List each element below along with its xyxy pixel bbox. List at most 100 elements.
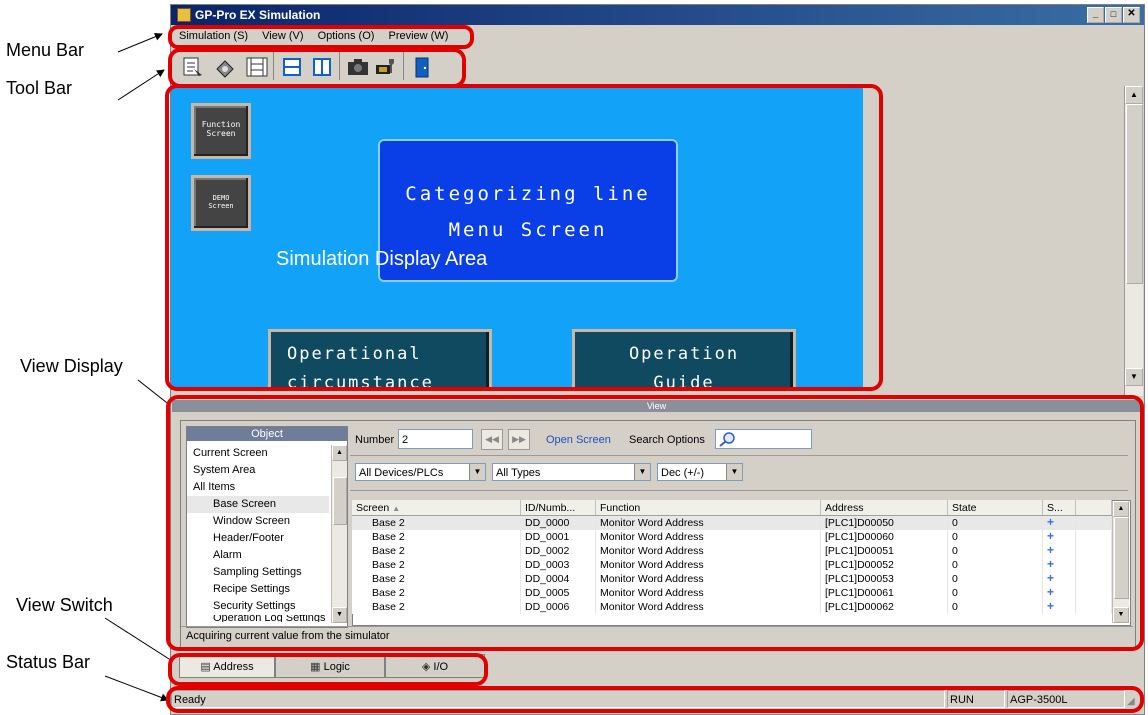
camera-icon[interactable] (345, 54, 371, 80)
object-tree[interactable]: Object Current Screen System Area All It… (186, 426, 348, 628)
tree-item-alarm[interactable]: Alarm (187, 547, 329, 564)
logic-icon[interactable] (244, 54, 270, 80)
plus-icon[interactable]: + (1042, 586, 1076, 600)
tab-io-label: I/O (433, 661, 449, 673)
table-cell: [PLC1]D00052 (820, 558, 948, 572)
chevron-down-icon[interactable]: ▼ (469, 464, 485, 480)
tab-address[interactable]: ▤ Address (179, 654, 275, 678)
grid-scroll-thumb[interactable] (1114, 517, 1129, 599)
table-cell: [PLC1]D00051 (820, 544, 948, 558)
table-cell: [PLC1]D00060 (820, 530, 948, 544)
tree-item-security-settings[interactable]: Security Settings (187, 598, 329, 615)
status-bar: Ready RUN AGP-3500L ◢ (171, 690, 1144, 709)
table-row[interactable]: Base 2 DD_0004 Monitor Word Address [PLC1]D… (352, 572, 1112, 586)
grid-scroll-down-icon[interactable]: ▼ (1113, 607, 1129, 623)
status-mode: RUN (947, 690, 1005, 708)
simulation-display-area[interactable]: Function Screen DEMO Screen Categorizing… (171, 86, 863, 390)
search-icon[interactable] (718, 431, 736, 454)
demo-screen-label-2: Screen (208, 202, 234, 210)
table-row[interactable]: Base 2 DD_0005 Monitor Word Address [PLC1]D… (352, 586, 1112, 600)
table-row[interactable]: Base 2 DD_0003 Monitor Word Address [PLC1]D… (352, 558, 1112, 572)
table-cell: DD_0000 (520, 515, 596, 530)
table-row[interactable]: Base 2 DD_0002 Monitor Word Address [PLC1]D… (352, 544, 1112, 558)
tree-item-base-screen[interactable]: Base Screen (187, 496, 329, 513)
tab-io[interactable]: ◈ I/O (385, 654, 485, 678)
status-ready: Ready (171, 690, 945, 708)
tree-item-all-items[interactable]: All Items (187, 479, 329, 496)
table-cell: 0 (947, 586, 1043, 600)
tree-scroll-down-icon[interactable]: ▼ (332, 607, 347, 623)
scroll-thumb[interactable] (1126, 104, 1143, 284)
table-row[interactable]: Base 2 DD_0000 Monitor Word Address [PLC1]D… (352, 515, 1112, 530)
plus-icon[interactable]: + (1042, 600, 1076, 614)
next-screen-icon[interactable]: ▶▶ (508, 429, 530, 450)
tree-scroll-up-icon[interactable]: ▲ (332, 445, 347, 461)
address-icon[interactable] (180, 54, 206, 80)
resize-grip-icon[interactable]: ◢ (1127, 692, 1141, 707)
type-filter-select[interactable]: All Types ▼ (492, 463, 651, 481)
arrow-view-switch (104, 617, 181, 667)
tree-item-recipe-settings[interactable]: Recipe Settings (187, 581, 329, 598)
format-select[interactable]: Dec (+/-) ▼ (657, 463, 743, 481)
plus-icon[interactable]: + (1042, 530, 1076, 544)
menu-view[interactable]: View (V) (262, 30, 303, 42)
split-vertical-icon[interactable] (309, 54, 335, 80)
menu-options[interactable]: Options (O) (318, 30, 375, 42)
function-screen-button[interactable]: Function Screen (191, 103, 251, 159)
tree-scroll-thumb[interactable] (333, 477, 347, 525)
table-cell: Monitor Word Address (595, 572, 821, 586)
chevron-down-icon[interactable]: ▼ (726, 464, 742, 480)
col-s[interactable]: S... (1042, 500, 1076, 516)
menu-preview[interactable]: Preview (W) (389, 30, 449, 42)
col-address[interactable]: Address (820, 500, 948, 516)
table-row[interactable]: Base 2 DD_0001 Monitor Word Address [PLC1]D… (352, 530, 1112, 544)
tree-item-window-screen[interactable]: Window Screen (187, 513, 329, 530)
tree-item-system-area[interactable]: System Area (187, 462, 329, 479)
table-cell: [PLC1]D00062 (820, 600, 948, 614)
menu-simulation[interactable]: Simulation (S) (179, 30, 248, 42)
col-state[interactable]: State (947, 500, 1043, 516)
maximize-icon[interactable]: □ (1105, 7, 1122, 23)
number-input[interactable]: 2 (398, 429, 473, 449)
tab-logic-label: Logic (323, 661, 350, 673)
tree-item-operation-log[interactable]: Operation Log Settings (187, 615, 329, 622)
exit-icon[interactable] (409, 54, 435, 80)
tab-logic[interactable]: ▦ Logic (275, 654, 385, 678)
operation-guide-button[interactable]: Operation Guide (572, 329, 796, 390)
close-icon[interactable]: ✕ (1123, 7, 1140, 23)
col-function[interactable]: Function (595, 500, 821, 516)
grid-scroll-up-icon[interactable]: ▲ (1113, 501, 1129, 517)
chevron-down-icon[interactable]: ▼ (634, 464, 650, 480)
col-id[interactable]: ID/Numb... (520, 500, 596, 516)
tree-item-sampling-settings[interactable]: Sampling Settings (187, 564, 329, 581)
plus-icon[interactable]: + (1042, 572, 1076, 586)
object-tree-scrollbar[interactable]: ▲ ▼ (331, 445, 347, 623)
number-label: Number (355, 434, 395, 446)
demo-screen-button[interactable]: DEMO Screen (191, 175, 251, 231)
col-screen[interactable]: Screen ▲ (352, 500, 521, 516)
table-cell: [PLC1]D00050 (820, 515, 948, 530)
tree-item-current-screen[interactable]: Current Screen (187, 445, 329, 462)
operational-circumstance-button[interactable]: Operational circumstance (268, 329, 492, 390)
split-horizontal-icon[interactable] (279, 54, 305, 80)
scroll-down-icon[interactable]: ▼ (1125, 368, 1143, 386)
minimize-icon[interactable]: _ (1087, 7, 1104, 23)
table-cell: DD_0006 (520, 600, 596, 614)
scroll-up-icon[interactable]: ▲ (1125, 86, 1143, 104)
tree-item-header-footer[interactable]: Header/Footer (187, 530, 329, 547)
sim-vertical-scrollbar[interactable]: ▲ ▼ (1124, 86, 1143, 396)
table-cell: DD_0005 (520, 586, 596, 600)
device-tool-icon[interactable] (373, 54, 399, 80)
search-options-label: Search Options (629, 434, 705, 446)
table-row[interactable]: Base 2 DD_0006 Monitor Word Address [PLC1]D… (352, 600, 1112, 614)
grid-scrollbar[interactable]: ▲ ▼ (1112, 501, 1129, 623)
plus-icon[interactable]: + (1042, 515, 1076, 530)
io-icon[interactable] (212, 54, 238, 80)
prev-screen-icon[interactable]: ◀◀ (481, 429, 503, 450)
search-input[interactable] (715, 429, 812, 449)
open-screen-link[interactable]: Open Screen (546, 434, 611, 446)
device-filter-select[interactable]: All Devices/PLCs ▼ (355, 463, 486, 481)
plus-icon[interactable]: + (1042, 558, 1076, 572)
address-icon: ▤ (200, 661, 211, 673)
plus-icon[interactable]: + (1042, 544, 1076, 558)
